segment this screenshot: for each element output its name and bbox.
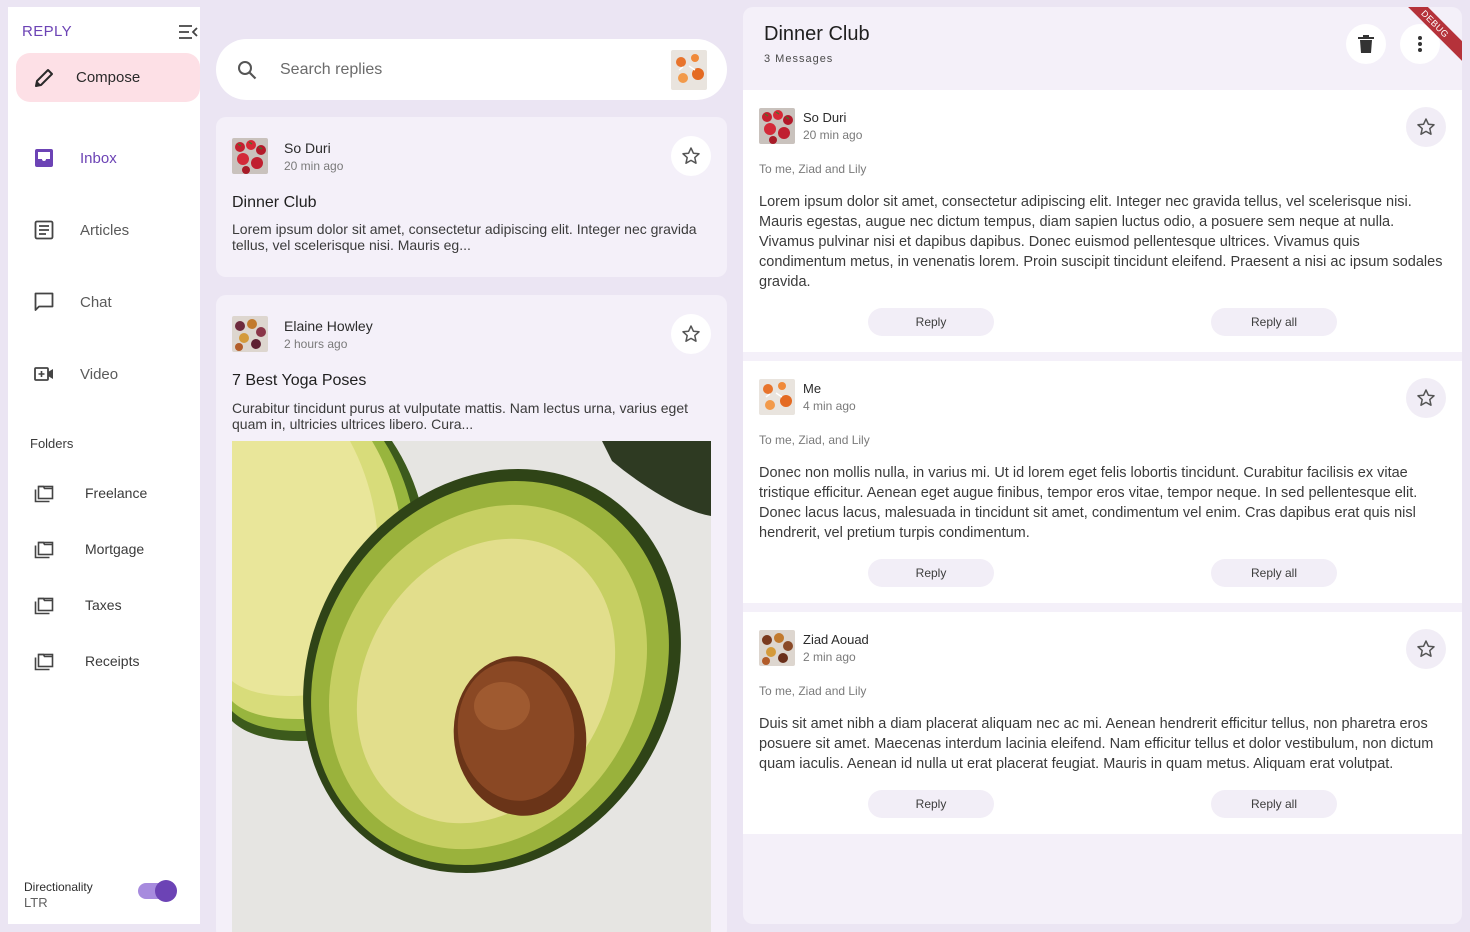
sender-name: Elaine Howley	[284, 318, 373, 334]
inbox-icon	[33, 147, 55, 169]
directionality-value: LTR	[24, 895, 48, 910]
folders-heading: Folders	[30, 436, 74, 451]
reply-all-button[interactable]: Reply all	[1211, 308, 1337, 336]
star-button[interactable]	[1406, 107, 1446, 147]
nav-label: Video	[80, 365, 119, 383]
sender-name: So Duri	[284, 140, 331, 156]
trash-icon	[1357, 34, 1375, 54]
reply-button[interactable]: Reply	[868, 308, 994, 336]
message-time: 20 min ago	[803, 128, 863, 142]
sender-name: Me	[803, 381, 822, 396]
sender-avatar	[759, 108, 795, 144]
reply-all-button[interactable]: Reply all	[1211, 790, 1337, 818]
sender-avatar	[232, 138, 268, 174]
message-body: Lorem ipsum dolor sit amet, consectetur …	[759, 194, 1443, 290]
user-avatar[interactable]	[671, 49, 707, 90]
nav-item-chat[interactable]: Chat	[8, 282, 200, 322]
email-card[interactable]: Elaine Howley 2 hours ago 7 Best Yoga Po…	[216, 295, 727, 932]
more-vert-icon	[1417, 35, 1423, 53]
star-icon	[681, 146, 701, 166]
star-button[interactable]	[671, 136, 711, 176]
message-body: Duis sit amet nibh a diam placerat aliqu…	[759, 716, 1434, 772]
star-icon	[1416, 117, 1436, 137]
folder-label: Taxes	[85, 597, 122, 613]
star-button[interactable]	[1406, 629, 1446, 669]
email-time: 20 min ago	[284, 159, 344, 173]
reply-button[interactable]: Reply	[868, 559, 994, 587]
message-time: 2 min ago	[803, 650, 856, 664]
sender-avatar	[759, 379, 795, 415]
folder-label: Receipts	[85, 653, 140, 669]
thread-title: Dinner Club	[764, 23, 870, 45]
folder-label: Freelance	[85, 485, 148, 501]
nav-label: Articles	[80, 221, 130, 239]
article-icon	[33, 219, 55, 241]
message-card: Me 4 min ago To me, Ziad, and Lily Donec…	[743, 361, 1462, 603]
folder-icon	[33, 482, 55, 504]
delete-button[interactable]	[1346, 24, 1386, 64]
compose-label: Compose	[76, 69, 141, 86]
sender-avatar	[232, 316, 268, 352]
search-icon	[236, 59, 258, 81]
message-card: So Duri 20 min ago To me, Ziad and Lily …	[743, 90, 1462, 352]
email-attachment-image	[232, 441, 711, 932]
message-card: Ziad Aouad 2 min ago To me, Ziad and Lil…	[743, 612, 1462, 834]
message-time: 4 min ago	[803, 399, 856, 413]
compose-button[interactable]: Compose	[16, 53, 200, 102]
email-detail-pane: Dinner Club 3 Messages So Duri 20 min ag…	[743, 7, 1462, 924]
folder-icon	[33, 538, 55, 560]
menu-collapse-icon[interactable]	[178, 23, 198, 41]
folder-icon	[33, 594, 55, 616]
email-subject: Dinner Club	[232, 194, 317, 211]
nav-label: Chat	[80, 293, 112, 311]
chat-icon	[33, 291, 55, 313]
folder-item-freelance[interactable]: Freelance	[8, 475, 200, 511]
recipients: To me, Ziad and Lily	[759, 162, 867, 176]
email-time: 2 hours ago	[284, 337, 348, 351]
star-icon	[1416, 639, 1436, 659]
video-icon	[33, 363, 55, 385]
navigation-rail: REPLY Compose Inbox Articles Chat Video …	[8, 7, 200, 924]
app-title: REPLY	[22, 23, 73, 40]
sender-name: Ziad Aouad	[803, 632, 869, 647]
nav-item-articles[interactable]: Articles	[8, 210, 200, 250]
email-card[interactable]: So Duri 20 min ago Dinner Club Lorem ips…	[216, 117, 727, 277]
recipients: To me, Ziad, and Lily	[759, 433, 870, 447]
pencil-icon	[32, 66, 56, 90]
nav-item-inbox[interactable]: Inbox	[8, 138, 200, 178]
search-input[interactable]: Search replies	[280, 61, 671, 79]
email-preview: Lorem ipsum dolor sit amet, consectetur …	[232, 221, 697, 253]
folder-label: Mortgage	[85, 541, 145, 557]
nav-label: Inbox	[80, 149, 117, 167]
email-preview: Curabitur tincidunt purus at vulputate m…	[232, 400, 688, 432]
reply-button[interactable]: Reply	[868, 790, 994, 818]
email-subject: 7 Best Yoga Poses	[232, 372, 367, 389]
toggle-knob	[155, 880, 177, 902]
star-button[interactable]	[671, 314, 711, 354]
nav-item-video[interactable]: Video	[8, 354, 200, 394]
folder-item-mortgage[interactable]: Mortgage	[8, 531, 200, 567]
directionality-label: Directionality	[24, 880, 93, 894]
reply-all-button[interactable]: Reply all	[1211, 559, 1337, 587]
search-bar[interactable]: Search replies	[216, 39, 727, 100]
sender-name: So Duri	[803, 110, 847, 125]
folder-icon	[33, 650, 55, 672]
star-icon	[1416, 388, 1436, 408]
star-icon	[681, 324, 701, 344]
message-count: 3 Messages	[764, 53, 834, 65]
message-body: Donec non mollis nulla, in varius mi. Ut…	[759, 465, 1418, 541]
folder-item-receipts[interactable]: Receipts	[8, 643, 200, 679]
folder-item-taxes[interactable]: Taxes	[8, 587, 200, 623]
sender-avatar	[759, 630, 795, 666]
star-button[interactable]	[1406, 378, 1446, 418]
directionality-toggle[interactable]	[138, 880, 177, 902]
recipients: To me, Ziad and Lily	[759, 684, 867, 698]
